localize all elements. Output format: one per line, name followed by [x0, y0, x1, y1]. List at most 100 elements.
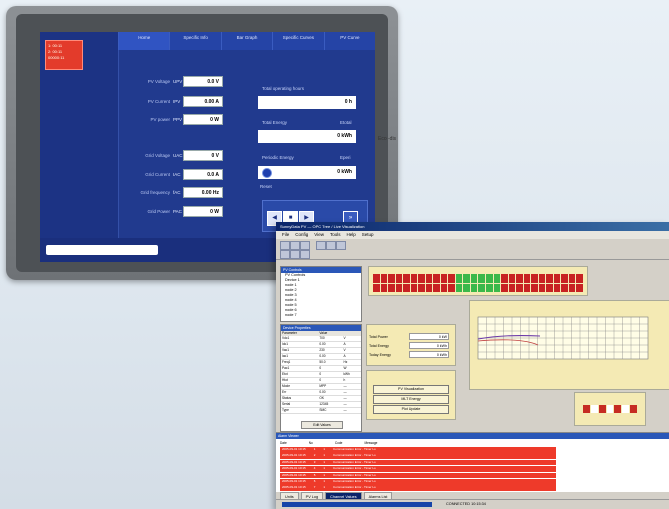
alarm-cell: Communication Error - Timer Lo — [333, 447, 376, 451]
status-led — [568, 283, 576, 292]
menu-view[interactable]: View — [314, 231, 324, 239]
action-panel: PV Visualization MLT Energy Plot Update — [366, 370, 456, 420]
alarm-cell: 2 — [313, 453, 316, 458]
curve-plot — [477, 316, 649, 360]
tab-home[interactable]: Home — [118, 32, 170, 50]
status-led — [418, 283, 425, 292]
alarm-row[interactable]: 2005-09-01 10:15 2 1 Communication Error - … — [280, 453, 556, 459]
grid-current-row: Grid Current IAC 0.0 A — [128, 169, 223, 180]
hmi-left-column: 1: 00:11 2: 00:11 00000:11 — [40, 32, 119, 238]
open-icon[interactable] — [290, 241, 300, 250]
menu-tools[interactable]: Tools — [330, 231, 341, 239]
alarm-row[interactable]: 2005-09-01 10:15 1 1 Communication Error - … — [280, 447, 556, 453]
alarm-viewer-header: Alarm Viewer — [276, 433, 669, 439]
indicator-panel — [574, 392, 646, 426]
pv-power-label: PV power — [150, 117, 170, 122]
hmi-tab-bar: Home Specific Info Bar Graph Specific Cu… — [118, 32, 375, 50]
paste-icon[interactable] — [336, 241, 346, 250]
status-led — [395, 274, 403, 283]
pv-current-label: PV Current — [147, 99, 170, 104]
alarm-row[interactable]: 2005-09-01 10:15 6 1 Communication Error - … — [280, 479, 556, 485]
pv-voltage-row: PV Voltage UPV 0.0 V — [128, 76, 223, 87]
menu-file[interactable]: File — [282, 231, 289, 239]
pv-visualization-button[interactable]: PV Visualization — [373, 385, 449, 394]
total-hours-value: 0 h — [258, 96, 356, 109]
new-icon[interactable] — [280, 241, 290, 250]
cut-icon[interactable] — [316, 241, 326, 250]
plot-update-button[interactable]: Plot Update — [373, 405, 449, 414]
grid-current-label: Grid Current — [145, 172, 170, 177]
alarm-cell: 1 — [323, 479, 326, 483]
menu-setup[interactable]: Setup — [362, 231, 374, 239]
save-icon[interactable] — [300, 241, 310, 250]
tree-item[interactable]: node 7 — [281, 313, 361, 318]
summary-value: 0 kW — [409, 333, 449, 340]
status-led — [486, 274, 493, 283]
refresh-icon[interactable] — [300, 250, 310, 259]
table-row[interactable]: Type SMC — — [281, 407, 361, 414]
panel-side-tag: Eco -dis — [378, 136, 397, 142]
copy-icon[interactable] — [326, 241, 336, 250]
alarm-cell: 1 — [313, 447, 316, 451]
app-toolbar — [276, 239, 669, 260]
alarm-col-no: No — [308, 441, 313, 445]
alarm-cell: 2005-09-01 10:15 — [282, 485, 306, 490]
tab-specific-info[interactable]: Specific Info — [169, 32, 220, 50]
alarm-cell: 1 — [323, 485, 326, 490]
grid-frequency-row: Grid frequency fAC 0.00 Hz — [128, 187, 223, 198]
status-led — [561, 274, 568, 283]
alarm-indicator[interactable]: 1: 00:11 2: 00:11 00000:11 — [45, 40, 83, 70]
status-led — [546, 283, 553, 292]
status-led — [576, 283, 583, 292]
alarm-cell: Communication Error - Timer Lo — [333, 453, 376, 458]
hmi-message-field — [46, 245, 158, 255]
status-led — [395, 283, 403, 292]
summary-value: 0 kWh — [409, 342, 449, 349]
pv-voltage-label: PV Voltage — [147, 79, 170, 84]
summary-value: 0 kWh — [409, 351, 449, 358]
app-title-bar: SunnyData PV — OPC Tree / Live Visualiza… — [276, 222, 669, 231]
status-led — [523, 283, 531, 292]
status-led — [455, 283, 463, 292]
alarm-line: 00000:11 — [48, 55, 65, 60]
grid-voltage-row: Grid Voltage UAC 0 V — [128, 150, 223, 161]
status-led — [440, 283, 448, 292]
pv-current-value: 0.00 A — [183, 96, 223, 107]
reset-label: Reset — [260, 184, 272, 189]
status-led — [553, 283, 561, 292]
alarm-row[interactable]: 2005-09-01 10:15 7 1 Communication Error - … — [280, 485, 556, 491]
status-led — [516, 274, 523, 283]
table-cell: — — [342, 407, 361, 414]
status-led — [410, 274, 418, 283]
menu-help[interactable]: Help — [346, 231, 355, 239]
status-led — [425, 274, 433, 283]
status-led — [425, 283, 433, 292]
grid-power-value: 0 W — [183, 206, 223, 217]
alarm-row[interactable]: 2005-09-01 10:15 5 1 Communication Error - … — [280, 472, 556, 479]
periodic-energy-value: 0 kWh — [258, 166, 356, 179]
status-led — [538, 283, 546, 292]
alarm-col-date: Date — [280, 441, 287, 445]
reset-knob-icon[interactable] — [262, 168, 272, 178]
status-led — [553, 274, 561, 283]
edit-values-button[interactable]: Edit Values — [301, 421, 343, 429]
tab-pv-curve[interactable]: PV Curve — [323, 32, 375, 50]
alarm-row[interactable]: 2005-09-01 10:15 4 1 Communication Error - … — [280, 466, 556, 472]
status-led — [403, 274, 410, 283]
table-cell: SMC — [318, 407, 343, 414]
menu-config[interactable]: Config — [295, 231, 308, 239]
mlt-energy-button[interactable]: MLT Energy — [373, 395, 449, 404]
tab-specific-curves[interactable]: Specific Curves — [272, 32, 323, 50]
led-grid — [373, 274, 583, 292]
grid-current-symbol: IAC — [173, 172, 181, 177]
alarm-cell: 2005-09-01 10:15 — [282, 447, 306, 451]
status-led — [373, 274, 380, 283]
connect-icon[interactable] — [280, 250, 290, 259]
status-led — [448, 283, 455, 292]
status-led — [433, 274, 440, 283]
tab-bar-graph[interactable]: Bar Graph — [220, 32, 272, 50]
alarm-row[interactable]: 2005-09-01 10:15 3 1 Communication Error - … — [280, 459, 556, 466]
alarm-cell: Communication Error - Timer Lo — [333, 485, 376, 490]
summary-row-energy: Total Energy 0 kWh — [369, 342, 453, 350]
disconnect-icon[interactable] — [290, 250, 300, 259]
